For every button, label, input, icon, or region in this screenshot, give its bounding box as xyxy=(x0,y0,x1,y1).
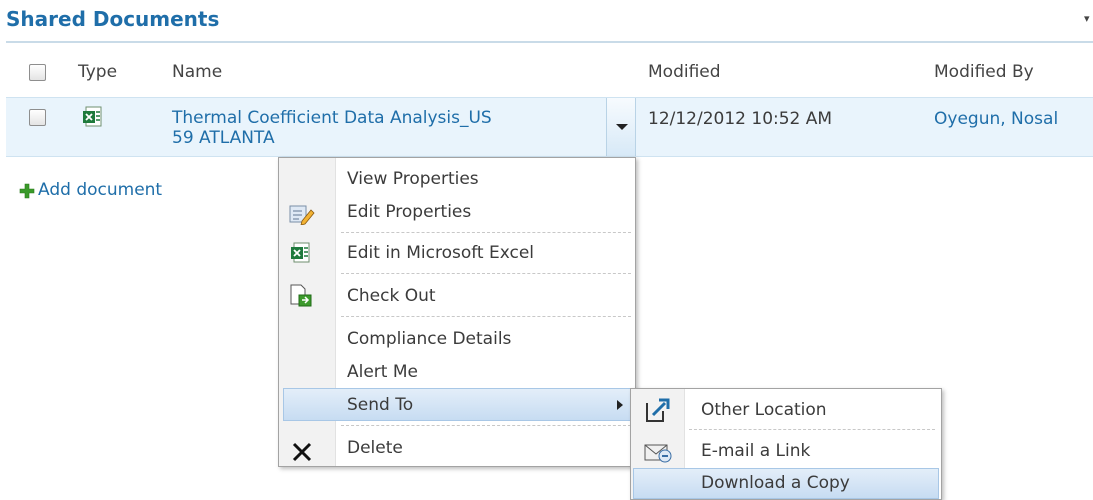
other-location-icon xyxy=(646,398,670,422)
title-divider xyxy=(6,41,1093,43)
submenu-item-other-location[interactable]: Other Location xyxy=(701,400,827,420)
document-name-line1: Thermal Coefficient Data Analysis_US xyxy=(172,108,492,128)
menu-separator xyxy=(341,273,631,274)
email-link-icon xyxy=(644,444,672,463)
submenu-item-download-copy[interactable]: Download a Copy xyxy=(701,473,850,493)
chevron-down-icon[interactable]: ▾ xyxy=(1084,12,1090,25)
column-header-modified[interactable]: Modified xyxy=(648,62,721,82)
chevron-down-icon xyxy=(616,124,628,130)
menu-item-compliance-details[interactable]: Compliance Details xyxy=(347,329,511,349)
menu-item-delete[interactable]: Delete xyxy=(347,438,403,458)
menu-separator xyxy=(341,425,631,426)
check-out-icon xyxy=(290,284,312,307)
modified-date: 12/12/2012 10:52 AM xyxy=(648,109,833,129)
send-to-highlight xyxy=(283,388,633,421)
menu-item-send-to[interactable]: Send To xyxy=(347,395,413,415)
edit-properties-icon xyxy=(289,205,315,225)
document-name-link[interactable]: Thermal Coefficient Data Analysis_US 59 … xyxy=(172,108,592,148)
menu-item-check-out[interactable]: Check Out xyxy=(347,286,436,306)
column-header-modified-by[interactable]: Modified By xyxy=(934,62,1034,82)
modified-by-link[interactable]: Oyegun, Nosal xyxy=(934,109,1058,129)
menu-separator xyxy=(341,232,631,233)
submenu-arrow-icon xyxy=(617,400,623,410)
context-menu: View Properties Edit Properties Edit in … xyxy=(278,157,636,467)
document-name-line2: 59 ATLANTA xyxy=(172,128,275,148)
submenu-item-email-link[interactable]: E-mail a Link xyxy=(701,441,810,461)
menu-item-edit-in-excel[interactable]: Edit in Microsoft Excel xyxy=(347,243,534,263)
add-document-link[interactable]: Add document xyxy=(38,180,162,200)
menu-item-view-properties[interactable]: View Properties xyxy=(347,169,479,189)
menu-separator xyxy=(689,429,935,430)
select-all-checkbox[interactable] xyxy=(29,64,46,81)
column-header-name[interactable]: Name xyxy=(172,62,222,82)
plus-icon[interactable] xyxy=(19,183,35,199)
menu-separator xyxy=(341,316,631,317)
excel-file-icon[interactable] xyxy=(82,106,104,128)
menu-item-edit-properties[interactable]: Edit Properties xyxy=(347,202,471,222)
send-to-submenu: Other Location E-mail a Link Download a … xyxy=(630,388,942,500)
menu-item-alert-me[interactable]: Alert Me xyxy=(347,362,418,382)
item-menu-button[interactable] xyxy=(606,98,636,156)
excel-icon xyxy=(291,242,310,263)
row-checkbox[interactable] xyxy=(29,109,46,126)
delete-x-icon xyxy=(292,442,312,462)
column-header-type[interactable]: Type xyxy=(78,62,117,82)
library-title[interactable]: Shared Documents xyxy=(6,7,219,31)
